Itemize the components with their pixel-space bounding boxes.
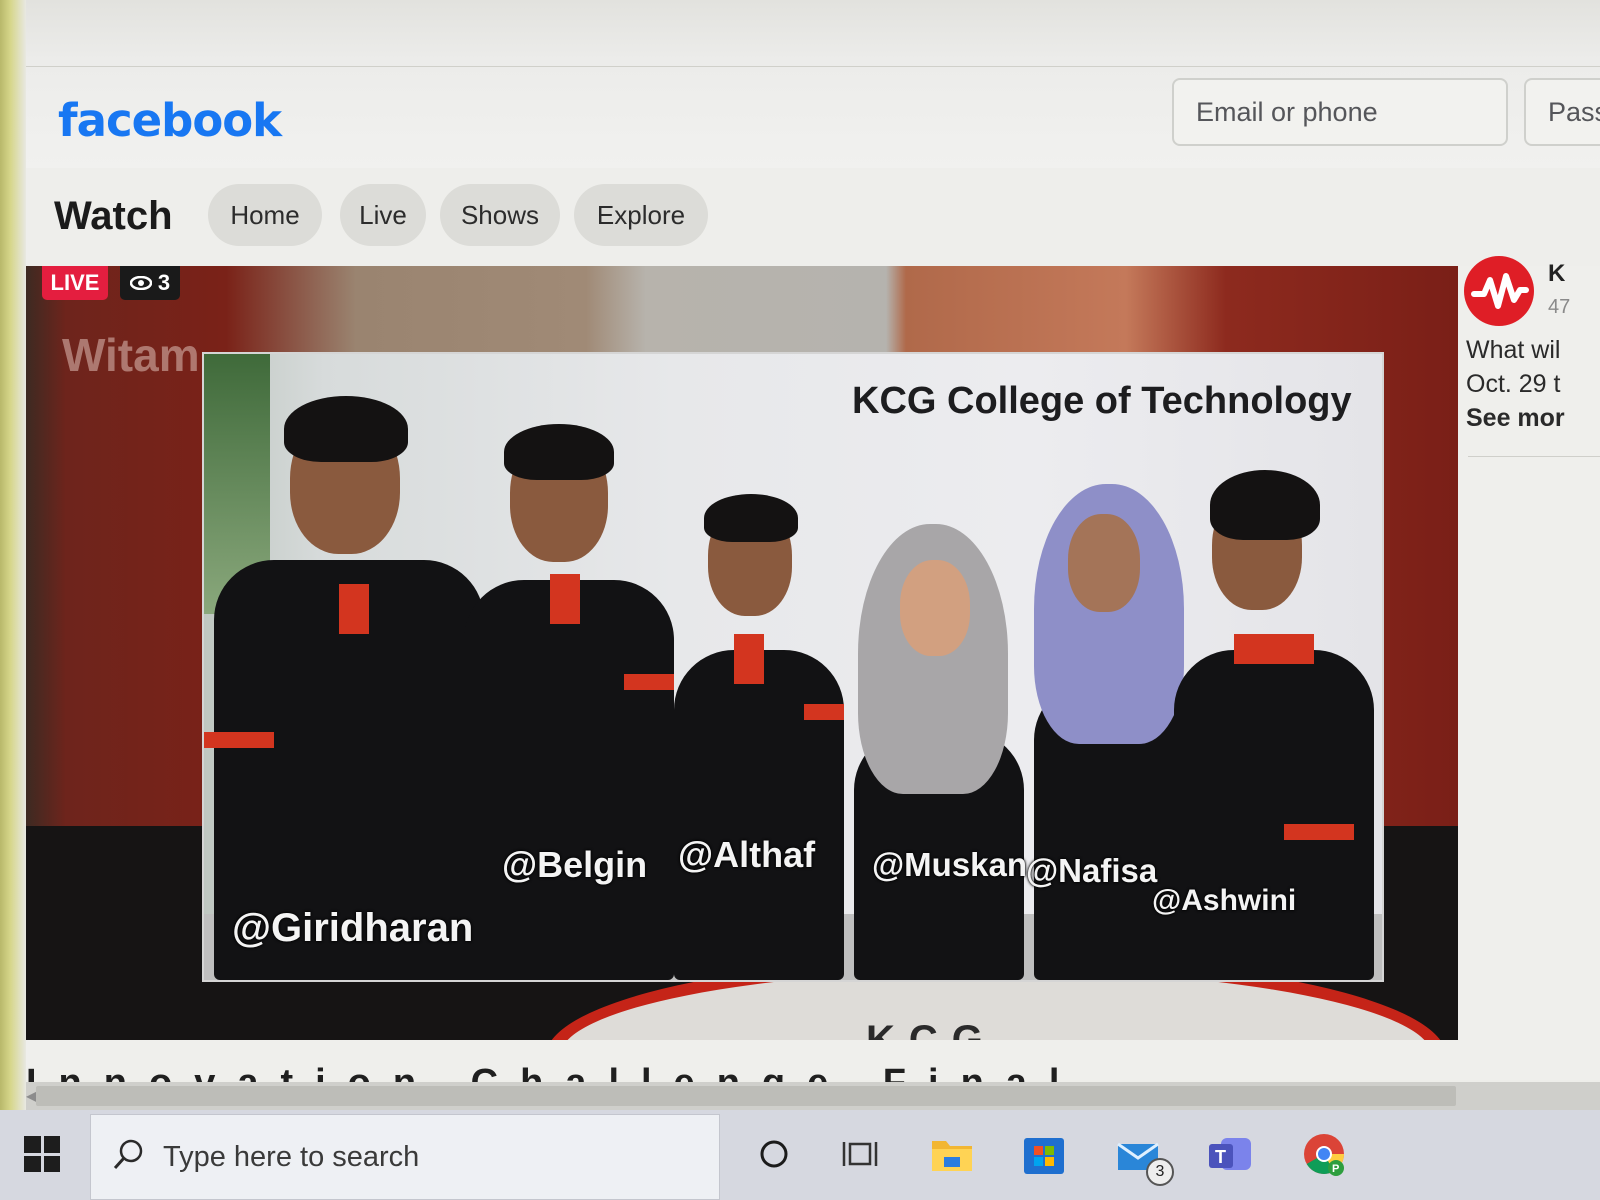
person-althaf: [664, 494, 864, 980]
windows-taskbar: Type here to search 3 T P: [0, 1110, 1600, 1200]
cortana-icon[interactable]: [748, 1128, 800, 1180]
email-placeholder: Email or phone: [1196, 96, 1378, 127]
name-tag-ashwini: @Ashwini: [1152, 884, 1297, 917]
chrome-icon[interactable]: P: [1298, 1128, 1350, 1180]
person-muskan: [844, 524, 1034, 980]
svg-text:P: P: [1332, 1163, 1339, 1175]
page-avatar[interactable]: [1464, 256, 1534, 326]
browser-page: facebook Email or phone Pass Watch Home …: [26, 0, 1600, 1200]
taskbar-search-box[interactable]: Type here to search: [90, 1114, 720, 1200]
password-field[interactable]: Pass: [1524, 78, 1600, 146]
person-belgin: [454, 424, 684, 980]
file-explorer-icon[interactable]: [926, 1128, 978, 1180]
team-photo: KCG College of Technology @Giridharan @B…: [204, 354, 1382, 980]
email-field[interactable]: Email or phone: [1172, 78, 1508, 146]
pulse-logo-icon: [1471, 273, 1529, 309]
header-divider: [26, 66, 1600, 67]
tab-live[interactable]: Live: [340, 184, 426, 246]
facebook-header: facebook Email or phone Pass: [26, 0, 1600, 169]
viewer-count: 3: [157, 270, 171, 295]
live-video-player[interactable]: Witam KCG LIVE 3 KCG College of Technolo…: [26, 266, 1458, 1040]
mail-icon[interactable]: 3: [1112, 1128, 1174, 1186]
background-banner: Witam: [62, 329, 200, 381]
page-name[interactable]: K: [1548, 260, 1565, 288]
search-placeholder: Type here to search: [163, 1141, 420, 1173]
horizontal-scrollbar[interactable]: ◀: [26, 1082, 1600, 1110]
description-line-2: Oct. 29 t: [1466, 370, 1561, 398]
video-title-area: Innovation Challenge Final: [26, 1040, 1600, 1082]
name-tag-belgin: @Belgin: [502, 844, 648, 885]
sidebar-divider: [1468, 456, 1600, 457]
password-placeholder: Pass: [1548, 96, 1600, 127]
video-title: Innovation Challenge Final: [26, 1062, 1081, 1082]
description-line-1: What wil: [1466, 336, 1561, 364]
viewer-count-badge: 3: [120, 266, 180, 300]
stage-letters: KCG: [866, 1018, 997, 1040]
tab-shows[interactable]: Shows: [440, 184, 560, 246]
photo-title: KCG College of Technology: [852, 380, 1352, 422]
task-view-icon[interactable]: [834, 1128, 886, 1180]
store-icon[interactable]: [1018, 1128, 1070, 1180]
tab-home[interactable]: Home: [208, 184, 322, 246]
search-icon: [111, 1137, 147, 1178]
svg-text:T: T: [1215, 1147, 1226, 1167]
eye-icon: [129, 270, 153, 296]
watch-nav: Watch Home Live Shows Explore: [26, 168, 1600, 266]
teams-icon[interactable]: T: [1204, 1128, 1256, 1180]
live-badge: LIVE: [42, 266, 108, 300]
tab-explore[interactable]: Explore: [574, 184, 708, 246]
name-tag-althaf: @Althaf: [678, 834, 816, 875]
name-tag-giridharan: @Giridharan: [232, 906, 474, 950]
windows-start-icon[interactable]: [24, 1136, 60, 1172]
scrollbar-thumb[interactable]: [36, 1086, 1456, 1106]
monitor-bezel: [0, 0, 26, 1200]
name-tag-nafisa: @Nafisa: [1026, 852, 1158, 889]
page-meta: 47: [1548, 296, 1571, 318]
name-tag-muskan: @Muskan: [872, 846, 1028, 883]
facebook-logo[interactable]: facebook: [58, 94, 282, 147]
see-more-link[interactable]: See mor: [1466, 404, 1565, 433]
watch-title: Watch: [54, 194, 173, 238]
mail-count-badge: 3: [1146, 1158, 1174, 1186]
video-info-sidebar: K 47 What wil Oct. 29 t See mor: [1458, 256, 1600, 1040]
